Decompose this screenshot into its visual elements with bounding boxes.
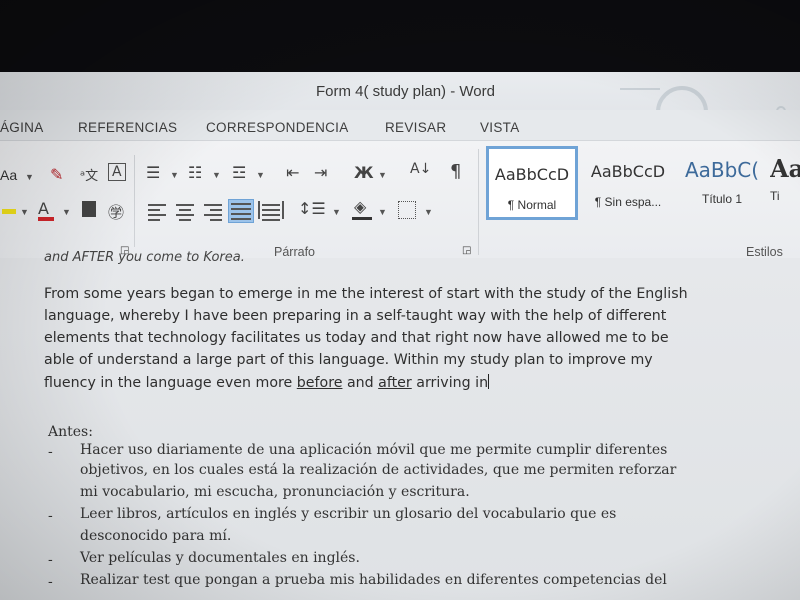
text-run: fluency in the language even more — [44, 375, 297, 391]
bullet-dash: - — [48, 574, 53, 590]
tab-correspondencia[interactable]: CORRESPONDENCIA — [206, 120, 349, 135]
paragraph-line-last: fluency in the language even more before… — [44, 374, 490, 391]
style-name: Título 1 — [701, 192, 743, 206]
ribbon-tabs: ÁGINA REFERENCIAS CORRESPONDENCIA REVISA… — [0, 110, 800, 140]
tab-revisar[interactable]: REVISAR — [385, 120, 446, 135]
paragraph-line: elements that technology facilitates us … — [44, 330, 669, 346]
decrease-indent-icon[interactable]: ⇤ — [286, 163, 299, 182]
justify-icon[interactable] — [228, 199, 254, 223]
phonetic-guide-icon[interactable]: ᵃ文 — [80, 165, 98, 184]
style-sample: AaBbC( — [684, 158, 760, 182]
show-marks-icon[interactable]: ¶ — [450, 161, 461, 182]
tab-vista[interactable]: VISTA — [480, 120, 520, 135]
multilevel-icon[interactable]: ☲ — [232, 163, 246, 182]
chevron-down-icon[interactable]: ▼ — [62, 207, 71, 217]
chevron-down-icon[interactable]: ▼ — [212, 170, 221, 180]
office-background-line — [620, 88, 660, 90]
style-normal[interactable]: AaBbCcD ¶ Normal — [486, 146, 578, 220]
chevron-down-icon[interactable]: ▼ — [256, 170, 265, 180]
chevron-down-icon[interactable]: ▼ — [332, 207, 341, 217]
style-name: Ti — [770, 189, 780, 203]
partial-line: and AFTER you come to Korea. — [44, 250, 245, 265]
align-left-icon[interactable] — [146, 201, 168, 221]
chevron-down-icon[interactable]: ▼ — [378, 207, 387, 217]
paragraph-group-label: Párrafo — [274, 245, 315, 259]
underlined-word: before — [296, 375, 343, 391]
window-title: Form 4( study plan) - Word — [316, 83, 495, 100]
style-titulo-1[interactable]: AaBbC( Título 1 — [676, 146, 768, 220]
bullet-line: Hacer uso diariamente de una aplicación … — [80, 442, 668, 458]
dialog-launcher-icon[interactable]: ◲ — [462, 245, 471, 256]
distributed-icon[interactable] — [258, 201, 284, 221]
shading-icon[interactable]: ◈ — [354, 197, 366, 216]
font-color-icon[interactable]: A — [38, 199, 49, 218]
enclose-char-icon[interactable]: ㊫ — [108, 199, 124, 223]
clear-format-icon[interactable]: ✎ — [50, 165, 63, 184]
bullet-dash: - — [48, 552, 53, 568]
change-case-icon[interactable]: Aa — [0, 167, 17, 183]
bullet-line: Realizar test que pongan a prueba mis ha… — [80, 572, 667, 588]
text-run: and — [342, 375, 379, 391]
style-sin-espaciado[interactable]: AaBbCcD ¶ Sin espa... — [582, 146, 674, 220]
bullet-dash: - — [48, 508, 53, 524]
style-sample: AaBbCcD — [590, 162, 666, 181]
chevron-down-icon[interactable]: ▼ — [378, 170, 387, 180]
style-sample: AaBbCcD — [494, 165, 570, 184]
bullet-line: desconocido para mí. — [80, 528, 232, 544]
monitor-bezel — [0, 0, 800, 72]
increase-indent-icon[interactable]: ⇥ — [314, 163, 327, 182]
sort-icon[interactable]: A↓ — [410, 161, 431, 177]
align-right-icon[interactable] — [202, 201, 224, 221]
group-separator — [134, 155, 135, 247]
bullet-line: Leer libros, artículos en inglés y escri… — [80, 506, 617, 522]
asian-layout-icon[interactable]: Ж — [354, 163, 374, 182]
style-name: ¶ Sin espa... — [594, 195, 662, 209]
text-run: arriving in — [411, 375, 489, 391]
bullet-line: mi vocabulario, mi escucha, pronunciació… — [80, 484, 470, 500]
tab-diseno-pagina[interactable]: ÁGINA — [0, 120, 44, 135]
chevron-down-icon[interactable]: ▼ — [424, 207, 433, 217]
paragraph-line: From some years began to emerge in me th… — [44, 286, 688, 302]
styles-group-label: Estilos — [746, 245, 783, 259]
font-color-bar — [38, 217, 54, 221]
numbering-icon[interactable]: ☷ — [188, 163, 202, 182]
highlight-icon[interactable] — [2, 209, 16, 214]
chevron-down-icon[interactable]: ▼ — [20, 207, 29, 217]
bullet-line: Ver películas y documentales en inglés. — [80, 550, 360, 566]
style-sample: Aa — [770, 154, 800, 183]
char-border-icon[interactable]: A — [108, 163, 126, 181]
style-titulo-2[interactable]: Aa Ti — [770, 146, 800, 220]
chevron-down-icon[interactable]: ▼ — [170, 170, 179, 180]
bullet-line: objetivos, en los cuales está la realiza… — [80, 462, 677, 478]
borders-icon[interactable] — [398, 201, 416, 219]
section-heading: Antes: — [48, 424, 93, 440]
group-separator — [478, 149, 479, 255]
paragraph-line: language, whereby I have been preparing … — [44, 308, 667, 324]
char-shading-icon[interactable] — [82, 201, 96, 217]
center-icon[interactable] — [174, 201, 196, 221]
paragraph-line: able of understand a large part of this … — [44, 352, 653, 368]
line-spacing-icon[interactable]: ↕☰ — [298, 199, 326, 218]
chevron-down-icon[interactable]: ▼ — [25, 172, 34, 182]
text-cursor — [488, 374, 490, 389]
underlined-word: after — [378, 375, 412, 391]
document-page[interactable]: and AFTER you come to Korea. From some y… — [0, 250, 800, 600]
shading-color-bar — [352, 217, 372, 220]
tab-referencias[interactable]: REFERENCIAS — [78, 120, 177, 135]
bullets-icon[interactable]: ☰ — [146, 163, 160, 182]
bullet-dash: - — [48, 444, 53, 460]
style-name: ¶ Normal — [507, 198, 557, 212]
